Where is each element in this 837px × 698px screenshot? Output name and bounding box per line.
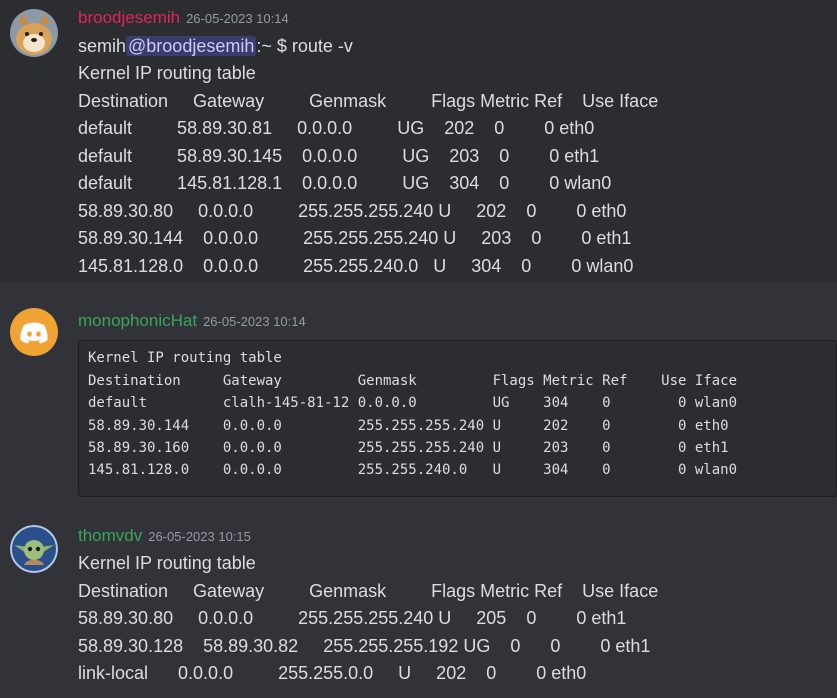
username[interactable]: broodjesemih (78, 8, 180, 27)
username[interactable]: monophonicHat (78, 311, 197, 330)
output-line: Kernel IP routing table (78, 63, 256, 83)
timestamp: 26-05-2023 10:14 (203, 314, 306, 329)
message-header: thomvdv 26-05-2023 10:15 (78, 526, 251, 546)
message-header: broodjesemih 26-05-2023 10:14 (78, 8, 289, 28)
grogu-icon (10, 525, 58, 573)
output-line: default 58.89.30.81 0.0.0.0 UG 202 0 0 e… (78, 118, 595, 138)
prompt-user: semih (78, 36, 127, 56)
output-line: 58.89.30.80 0.0.0.0 255.255.255.240 U 20… (78, 201, 627, 221)
code-line: Kernel IP routing table (88, 350, 282, 366)
output-line: Destination Gateway Genmask Flags Metric… (78, 91, 659, 111)
prompt-command: :~ $ route -v (256, 36, 353, 56)
code-line: 58.89.30.160 0.0.0.0 255.255.255.240 U 2… (88, 440, 729, 456)
output-line: default 58.89.30.145 0.0.0.0 UG 203 0 0 … (78, 146, 600, 166)
username[interactable]: thomvdv (78, 526, 142, 545)
output-line: 145.81.128.0 0.0.0.0 255.255.240.0 U 304… (78, 256, 634, 276)
message-header: monophonicHat 26-05-2023 10:14 (78, 311, 306, 331)
discord-logo-avatar[interactable] (10, 308, 58, 356)
shiba-dog-icon (10, 9, 58, 57)
code-line: 58.89.30.144 0.0.0.0 255.255.255.240 U 2… (88, 418, 729, 434)
code-line: 145.81.128.0 0.0.0.0 255.255.240.0 U 304… (88, 462, 738, 478)
output-line: Destination Gateway Genmask Flags Metric… (78, 581, 659, 601)
output-line: default 145.81.128.1 0.0.0.0 UG 304 0 0 … (78, 173, 612, 193)
timestamp: 26-05-2023 10:14 (186, 11, 289, 26)
user-mention[interactable]: @broodjesemih (126, 36, 257, 56)
message-broodjesemih: broodjesemih 26-05-2023 10:14 semih @brood… (0, 0, 837, 281)
command-line: semih @broodjesemih:~ $ route -v (78, 36, 353, 57)
discord-logo-icon (20, 322, 48, 344)
code-line: default clalh-145-81-12 0.0.0.0 UG 304 0… (88, 395, 738, 411)
output-line: Kernel IP routing table (78, 553, 256, 573)
shiba-dog-avatar[interactable] (10, 9, 58, 57)
code-block[interactable]: Kernel IP routing table Destination Gate… (78, 340, 837, 497)
output-line: 58.89.30.128 58.89.30.82 255.255.255.192… (78, 636, 651, 656)
output-line: 58.89.30.80 0.0.0.0 255.255.255.240 U 20… (78, 608, 627, 628)
output-line: link-local 0.0.0.0 255.255.0.0 U 202 0 0… (78, 663, 587, 683)
chat-view: broodjesemih 26-05-2023 10:14 semih @brood… (0, 0, 837, 698)
output-line: 58.89.30.144 0.0.0.0 255.255.255.240 U 2… (78, 228, 632, 248)
message-monophonichat: monophonicHat 26-05-2023 10:14 Kernel IP … (0, 299, 837, 499)
grogu-avatar[interactable] (10, 525, 58, 573)
message-thomvdv: thomvdv 26-05-2023 10:15 Kernel IP routin… (0, 516, 837, 698)
code-line: Destination Gateway Genmask Flags Metric… (88, 373, 738, 389)
timestamp: 26-05-2023 10:15 (148, 529, 251, 544)
